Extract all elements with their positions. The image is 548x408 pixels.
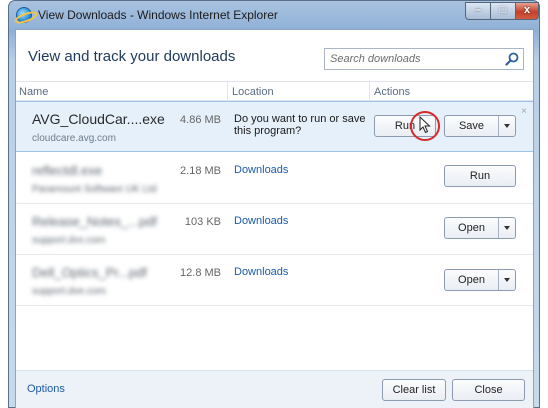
location-link[interactable]: Downloads [234, 164, 369, 176]
save-dropdown-arrow-icon[interactable] [498, 116, 515, 136]
title-bar[interactable]: View Downloads - Windows Internet Explor… [9, 1, 539, 29]
search-input[interactable] [325, 49, 501, 69]
download-row[interactable]: Dell_Optics_Pr...pdf support.dve.com 12.… [16, 255, 533, 306]
maximize-button[interactable]: □ [491, 2, 516, 20]
page-title: View and track your downloads [28, 48, 236, 65]
file-source: cloudcare.avg.com [32, 133, 116, 144]
file-name: Release_Notes_...pdf [32, 214, 158, 229]
location-link[interactable]: Downloads [234, 215, 369, 227]
column-headers: Name Location Actions [16, 81, 533, 101]
dismiss-icon[interactable]: × [521, 106, 527, 117]
minimize-icon: – [474, 4, 482, 16]
minimize-button[interactable]: – [465, 2, 491, 20]
download-row[interactable]: reflectdl.exe Paramount Software UK Ltd … [16, 153, 533, 204]
window-title: View Downloads - Windows Internet Explor… [38, 8, 278, 22]
location-link[interactable]: Downloads [234, 266, 369, 278]
run-label: Run [469, 170, 491, 182]
clear-list-label: Clear list [392, 384, 436, 396]
file-size: 4.86 MB [180, 114, 221, 126]
maximize-icon: □ [499, 4, 507, 16]
run-button[interactable]: Run [444, 165, 516, 187]
clear-list-button[interactable]: Clear list [382, 379, 446, 401]
close-button[interactable]: Close [452, 379, 525, 401]
search-box[interactable] [324, 48, 524, 70]
open-dropdown-arrow-icon[interactable] [498, 270, 515, 290]
open-button[interactable]: Open [444, 217, 516, 239]
file-name: Dell_Optics_Pr...pdf [32, 265, 147, 280]
search-icon[interactable] [505, 52, 519, 66]
mouse-pointer-icon [419, 116, 431, 134]
file-size: 103 KB [184, 216, 221, 228]
file-name: reflectdl.exe [32, 163, 103, 178]
open-label: Open [458, 274, 485, 286]
panel-header: View and track your downloads [16, 30, 533, 80]
close-icon: x [523, 4, 531, 16]
options-link[interactable]: Options [27, 383, 65, 395]
open-button[interactable]: Open [444, 269, 516, 291]
file-size: 2.18 MB [180, 165, 221, 177]
open-label: Open [458, 222, 485, 234]
close-window-button[interactable]: x [516, 2, 539, 20]
column-divider [369, 82, 370, 101]
file-source: support.dvx.com [32, 235, 106, 246]
save-button[interactable]: Save [444, 115, 516, 137]
ie-window: View Downloads - Windows Internet Explor… [8, 0, 540, 408]
file-size: 12.8 MB [180, 267, 221, 279]
download-row-avg[interactable]: AVG_CloudCar....exe cloudcare.avg.com 4.… [16, 101, 533, 152]
column-divider [227, 82, 228, 101]
downloads-panel: View and track your downloads Name Locat… [15, 29, 534, 408]
download-prompt: Do you want to run or save this program? [234, 113, 366, 137]
column-header-actions[interactable]: Actions [374, 86, 410, 98]
column-header-location[interactable]: Location [232, 86, 274, 98]
column-header-name[interactable]: Name [19, 86, 48, 98]
file-name: AVG_CloudCar....exe [32, 111, 165, 127]
panel-footer: Options Clear list Close [16, 370, 533, 408]
file-source: Paramount Software UK Ltd [32, 184, 157, 195]
download-row[interactable]: Release_Notes_...pdf support.dvx.com 103… [16, 204, 533, 255]
close-label: Close [474, 384, 503, 396]
internet-explorer-icon [16, 7, 32, 23]
save-label: Save [458, 120, 485, 132]
file-source: support.dve.com [32, 286, 106, 297]
open-dropdown-arrow-icon[interactable] [498, 218, 515, 238]
